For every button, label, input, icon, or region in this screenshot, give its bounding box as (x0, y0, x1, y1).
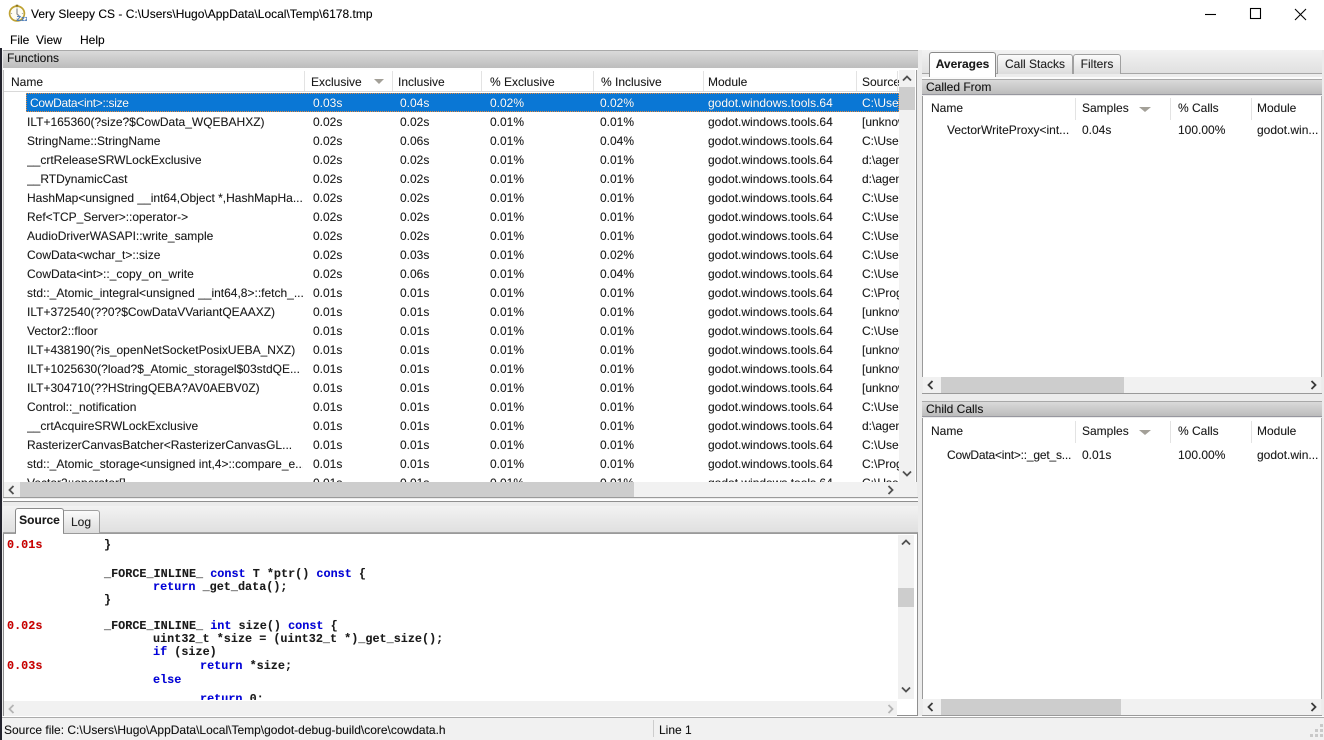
svg-text:Zzz: Zzz (17, 14, 28, 23)
